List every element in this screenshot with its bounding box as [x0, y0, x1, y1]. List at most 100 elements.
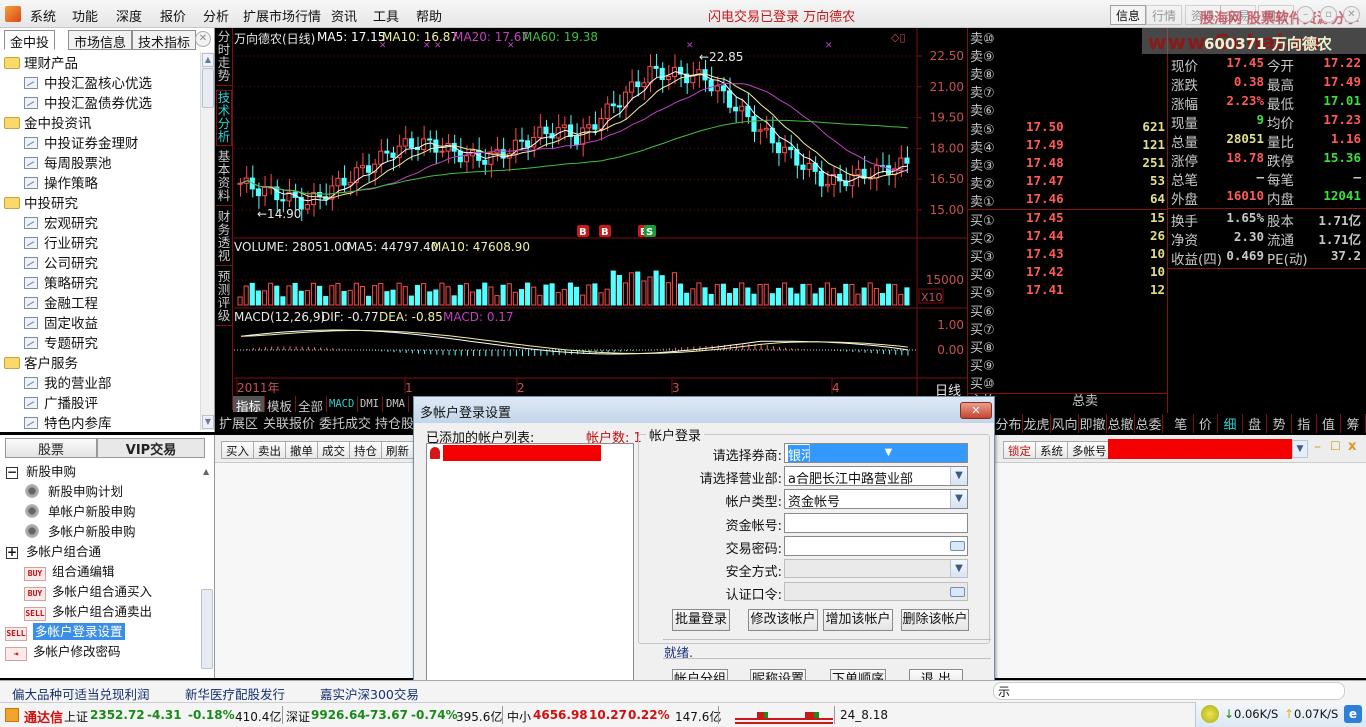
trade-tree-item[interactable]: BUY 多帐户组合通买入	[24, 581, 152, 601]
panel-close-icon[interactable]: x	[1348, 439, 1356, 454]
buy-level-row[interactable]: 买⑦	[968, 319, 1168, 338]
broker-select[interactable]: 银河证券▼	[784, 443, 968, 463]
scroll-up-icon[interactable]: ▲	[202, 53, 214, 67]
buy-level-row[interactable]: 买① 17.45 15	[968, 210, 1168, 229]
sell-level-row[interactable]: 卖② 17.47 53	[968, 173, 1168, 192]
trade-tree-item[interactable]: − 新股申购	[6, 461, 76, 481]
add-account-button[interactable]: 增加该帐户	[823, 609, 893, 631]
positions-button[interactable]: 持仓	[349, 441, 382, 459]
tree-item[interactable]: 操作策略	[24, 172, 98, 192]
info-scrollbar[interactable]: ▲ ▼	[200, 52, 214, 430]
minimize-icon[interactable]: –	[1297, 6, 1314, 23]
tab-holdings[interactable]: 持仓股	[375, 413, 414, 432]
browser-icon[interactable]: e	[1344, 705, 1362, 723]
tree-item[interactable]: 宏观研究	[24, 212, 98, 232]
close-icon[interactable]: ✕	[1343, 6, 1360, 23]
menu-analysis[interactable]: 分析	[203, 6, 229, 25]
account-type-select[interactable]: 资金帐号 ▼	[784, 489, 968, 509]
tree-item[interactable]: 策略研究	[24, 272, 98, 292]
chevron-down-icon[interactable]: ▼	[950, 467, 967, 485]
buy-level-row[interactable]: 买③ 17.43 10	[968, 246, 1168, 265]
account-list[interactable]	[426, 443, 634, 693]
news-item[interactable]: 新华医疗配股发行	[185, 684, 285, 703]
tree-item[interactable]: 中投证券金理财	[24, 132, 139, 152]
tab-orders[interactable]: 委托成交	[319, 413, 371, 432]
buy-button[interactable]: 买入	[221, 441, 254, 459]
account-number-input[interactable]	[784, 513, 968, 533]
menu-depth[interactable]: 深度	[116, 6, 142, 25]
info-button[interactable]: 信息	[1110, 5, 1147, 25]
trade-tree-item[interactable]: 单帐户新股申购	[24, 501, 136, 521]
tab-vip-trade[interactable]: VIP交易	[97, 438, 205, 458]
trade-scrollbar[interactable]: ▲	[200, 461, 214, 676]
trade-tree-item[interactable]: + 多帐户组合通	[6, 541, 101, 561]
trade-password-input[interactable]	[784, 536, 968, 556]
tree-folder[interactable]: 理财产品	[4, 52, 78, 72]
detail-tab[interactable]: 细	[1218, 414, 1243, 433]
detail-tab[interactable]: 风向	[1051, 414, 1079, 433]
trade-tree-item[interactable]: SELL 多帐户登录设置	[5, 621, 125, 641]
detail-tab[interactable]: 总撤	[1107, 414, 1135, 433]
chevron-down-icon[interactable]: ▼	[950, 560, 967, 577]
sell-level-row[interactable]: 卖⑤ 17.50 621	[968, 119, 1168, 138]
scroll-down-icon[interactable]: ▼	[202, 415, 214, 429]
tree-folder[interactable]: 客户服务	[4, 352, 78, 372]
buy-level-row[interactable]: 买⑥	[968, 301, 1168, 320]
detail-tab[interactable]: 即撤	[1079, 414, 1107, 433]
buy-level-row[interactable]: 买⑨	[968, 355, 1168, 374]
menu-extended-market[interactable]: 扩展市场行情	[243, 6, 321, 25]
tree-folder[interactable]: 金中投资讯	[4, 112, 92, 132]
dialog-titlebar[interactable]: 多帐户登录设置 ✕	[414, 397, 994, 423]
batch-login-button[interactable]: 批量登录	[672, 609, 730, 631]
detail-tab[interactable]: 分布	[995, 414, 1023, 433]
keyboard-icon[interactable]	[950, 587, 965, 597]
panel-minimize-icon[interactable]: –	[1314, 439, 1321, 455]
expand-icon[interactable]: +	[6, 546, 18, 559]
system-button[interactable]: 系统	[1035, 441, 1068, 459]
menu-quote[interactable]: 报价	[160, 6, 186, 25]
sell-level-row[interactable]: 卖④ 17.49 121	[968, 137, 1168, 156]
detail-tab[interactable]: 筹	[1341, 414, 1366, 433]
multi-account-button[interactable]: 多帐号	[1067, 441, 1112, 459]
sell-level-row[interactable]: 卖③ 17.48 251	[968, 155, 1168, 174]
tree-item[interactable]: 行业研究	[24, 232, 98, 252]
scroll-thumb[interactable]	[202, 68, 214, 108]
tree-folder[interactable]: 中投研究	[4, 192, 78, 212]
tree-item[interactable]: 金融工程	[24, 292, 98, 312]
menu-tools[interactable]: 工具	[373, 6, 399, 25]
market-button[interactable]: 行情	[1146, 5, 1183, 25]
tree-item[interactable]: 中投汇盈核心优选	[24, 72, 152, 92]
sell-level-row[interactable]: 卖⑨	[968, 46, 1168, 65]
tab-jinzhongtou[interactable]: 金中投	[4, 30, 56, 51]
trade-tree-item[interactable]: BUY 组合通编辑	[24, 561, 115, 581]
account-dropdown-icon[interactable]: ▼	[1292, 440, 1308, 458]
branch-select[interactable]: a合肥长江中路营业部 ▼	[784, 466, 968, 486]
detail-tab[interactable]: 盘	[1243, 414, 1268, 433]
sell-level-row[interactable]: 卖⑥	[968, 100, 1168, 119]
menu-function[interactable]: 功能	[72, 6, 98, 25]
security-mode-select[interactable]: ▼	[784, 559, 968, 578]
tab-market-info[interactable]: 市场信息	[68, 30, 133, 51]
chevron-down-icon[interactable]: ▼	[950, 490, 967, 508]
news-item[interactable]: 嘉实沪深300交易	[320, 684, 419, 703]
buy-level-row[interactable]: 买② 17.44 26	[968, 228, 1168, 247]
collapse-icon[interactable]: −	[6, 466, 18, 479]
account-select-redacted[interactable]	[1108, 439, 1292, 459]
tree-item[interactable]: 公司研究	[24, 252, 98, 272]
detail-tab[interactable]: 价	[1194, 414, 1219, 433]
tray-app-icon[interactable]	[1201, 705, 1219, 723]
tab-dma[interactable]: DMA	[383, 396, 409, 412]
trade-tree-item[interactable]: 新股申购计划	[24, 481, 123, 501]
scroll-thumb[interactable]	[201, 589, 213, 669]
tree-item[interactable]: 专题研究	[24, 332, 98, 352]
tab-stock[interactable]: 股票	[5, 438, 97, 458]
news-item[interactable]: 偏大品种可适当兑现利润	[12, 684, 150, 703]
tab-template[interactable]: 模板	[264, 396, 297, 414]
sell-level-row[interactable]: 卖⑧	[968, 64, 1168, 83]
delete-account-button[interactable]: 删除该帐户	[901, 609, 969, 631]
tab-dmi[interactable]: DMI	[357, 396, 383, 412]
buy-level-row[interactable]: 买⑤ 17.41 12	[968, 282, 1168, 301]
tab-extension[interactable]: 扩展区	[219, 413, 258, 432]
refresh-button[interactable]: 刷新	[381, 441, 414, 459]
menu-system[interactable]: 系统	[30, 6, 56, 25]
